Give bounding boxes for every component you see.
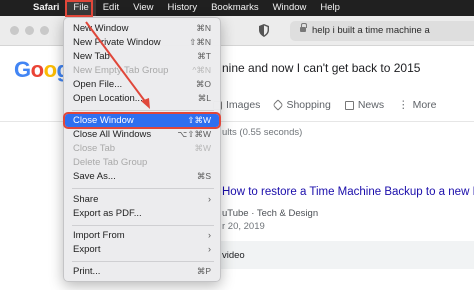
video-panel[interactable] (212, 241, 474, 269)
chevron-right-icon: › (208, 194, 211, 204)
search-tabs: Images Shopping News ⋮ More (213, 99, 437, 111)
menu-help[interactable]: Help (313, 0, 347, 16)
menu-separator (72, 188, 214, 189)
menu-item-export[interactable]: Export › (65, 243, 219, 256)
result-title-link[interactable]: How to restore a Time Machine Backup to … (222, 186, 474, 198)
menu-item-print[interactable]: Print... ⌘P (65, 265, 219, 278)
menu-item-new-window[interactable]: New Window ⌘N (65, 22, 219, 35)
news-icon (344, 100, 354, 110)
tag-icon (272, 99, 285, 111)
video-label: video (222, 250, 245, 261)
menu-history[interactable]: History (161, 0, 205, 16)
menu-bookmarks[interactable]: Bookmarks (204, 0, 266, 16)
menu-safari[interactable]: Safari (26, 0, 66, 16)
menu-item-close-window[interactable]: Close Window ⇧⌘W (63, 112, 221, 129)
close-window-control[interactable] (10, 26, 19, 35)
menu-item-save-as[interactable]: Save As... ⌘S (65, 170, 219, 183)
menu-item-delete-tab-group: Delete Tab Group (73, 157, 148, 168)
more-dots-icon: ⋮ (398, 99, 409, 111)
minimize-window-control[interactable] (25, 26, 34, 35)
menu-item-close-tab: Close Tab ⌘W (73, 143, 211, 154)
menu-item-new-empty-tab-group: New Empty Tab Group ^⌘N (73, 65, 211, 76)
address-bar-text: help i built a time machine a (312, 25, 430, 36)
menu-item-new-private-window[interactable]: New Private Window ⇧⌘N (65, 36, 219, 49)
menu-item-export-as-pdf[interactable]: Export as PDF... (65, 207, 219, 220)
address-bar[interactable]: help i built a time machine a (290, 21, 474, 41)
menu-item-import-from[interactable]: Import From › (65, 229, 219, 242)
tab-more[interactable]: ⋮ More (398, 99, 436, 111)
menu-item-open-location[interactable]: Open Location... ⌘L (65, 92, 219, 105)
google-logo[interactable]: Goog (14, 57, 70, 83)
tab-shopping[interactable]: Shopping (272, 99, 331, 111)
menu-window[interactable]: Window (266, 0, 314, 16)
menu-separator (72, 110, 214, 111)
lock-icon (300, 23, 307, 32)
zoom-window-control[interactable] (40, 26, 49, 35)
tab-news[interactable]: News (344, 99, 384, 111)
result-stats: ults (0.55 seconds) (222, 127, 303, 138)
search-query-text[interactable]: nine and now I can't get back to 2015 (222, 61, 420, 75)
menu-separator (72, 261, 214, 262)
chevron-right-icon: › (208, 230, 211, 240)
menu-edit[interactable]: Edit (96, 0, 126, 16)
annotation-file-highlight (65, 0, 93, 17)
menu-view[interactable]: View (126, 0, 160, 16)
menu-separator (72, 225, 214, 226)
result-date: r 20, 2019 (222, 221, 265, 232)
menu-item-new-tab[interactable]: New Tab ⌘T (65, 50, 219, 63)
shield-icon[interactable] (259, 24, 269, 37)
file-menu-dropdown: New Window ⌘N New Private Window ⇧⌘N New T… (63, 17, 221, 282)
chevron-right-icon: › (208, 244, 211, 254)
menu-item-share[interactable]: Share › (65, 193, 219, 206)
menu-item-open-file[interactable]: Open File... ⌘O (65, 78, 219, 91)
result-source: uTube · Tech & Design (222, 208, 319, 219)
window-controls (10, 26, 49, 35)
menu-item-close-all-windows[interactable]: Close All Windows ⌥⇧⌘W (65, 128, 219, 141)
